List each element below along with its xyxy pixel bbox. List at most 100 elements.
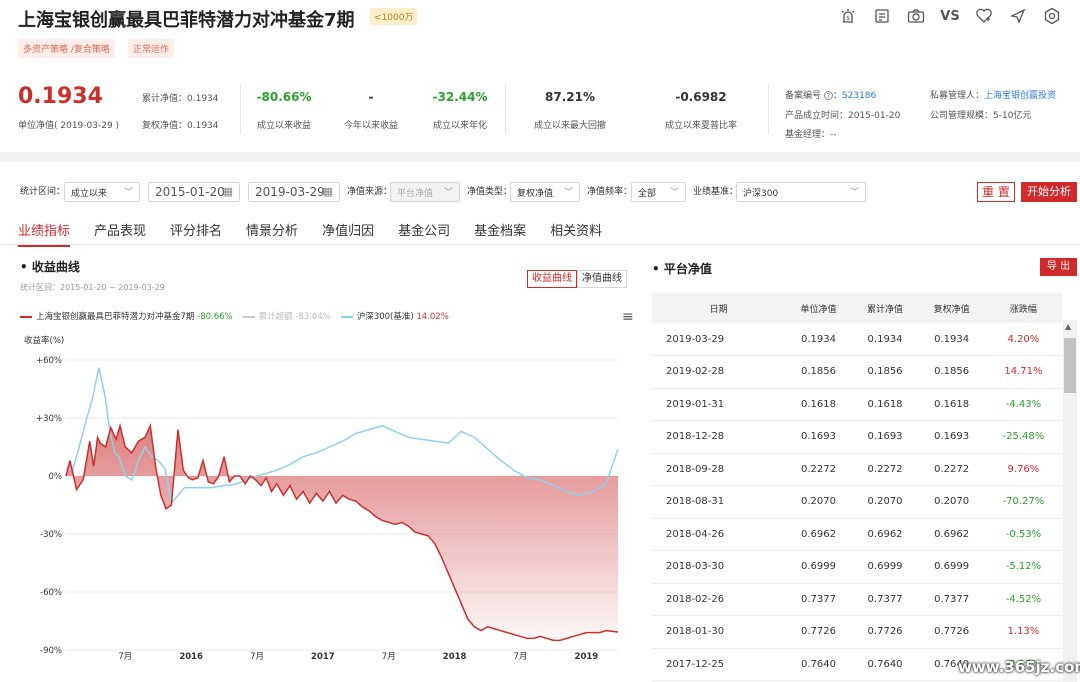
tab-product[interactable]: 产品表现 [94,220,146,247]
camera-icon[interactable] [906,6,926,26]
main-tabs: 业绩指标 产品表现 评分排名 情景分析 净值归因 基金公司 基金档案 相关资料 [18,220,602,247]
table-cell: 0.1934 [785,323,852,356]
table-row: 2018-09-28 0.2272 0.2272 0.2272 9.76% [652,453,1062,486]
tab-ranking[interactable]: 评分排名 [170,220,222,247]
fund-area [66,425,618,641]
type-label: 净值类型： [467,187,513,197]
strategy-tag: 多资产策略 /复合策略 [18,39,115,58]
return-since-inception: -80.66% [256,90,312,104]
bench-select[interactable]: 沪深300 ﹀ [736,182,866,202]
legend-excess[interactable]: 累计超额 -83.04% [242,310,331,322]
table-cell: 2018-01-30 [652,615,786,649]
nav-curve-toggle[interactable]: 净值曲线 [577,270,627,288]
alert-icon[interactable]: $ [838,6,858,26]
y-tick-label: -60% [40,588,62,598]
table-cell: 4.20% [984,323,1062,356]
sharpe-ratio: -0.6982 [675,90,727,104]
document-icon[interactable] [872,6,892,26]
chart-menu-icon[interactable]: ≡ [622,309,634,325]
type-select[interactable]: 复权净值 ﹀ [510,182,580,202]
tab-company[interactable]: 基金公司 [398,220,450,247]
x-tick-label: 2017 [311,652,335,662]
svg-text:$: $ [846,15,850,22]
table-cell: 0.7640 [851,648,919,681]
pm-info: 私募管理人：上海宝银创赢投资 [930,91,1057,101]
tab-archive[interactable]: 基金档案 [474,220,526,247]
tab-performance[interactable]: 业绩指标 [18,220,71,247]
table-cell: 0.2070 [851,485,919,519]
record-link[interactable]: S23186 [842,91,876,101]
table-cell: 0.6999 [918,550,985,584]
table-cell: 2018-08-31 [652,485,786,519]
table-cell: 2018-02-26 [652,583,786,616]
tab-related[interactable]: 相关资料 [550,220,602,247]
table-cell: 2017-12-25 [652,648,786,681]
x-tick-label: 7月 [250,652,264,662]
table-cell: 2018-04-26 [652,518,786,551]
table-row: 2019-01-31 0.1618 0.1618 0.1618 -4.43% [652,388,1062,421]
table-cell: 0.6999 [785,550,852,584]
table-scrollbar[interactable]: ▲ [1063,320,1077,682]
calendar-icon: ▦ [322,185,333,198]
table-cell: 0.1693 [851,420,919,454]
status-tag: 正常运作 [128,39,175,58]
end-date-input[interactable]: 2019-03-29 ▦ [248,182,340,202]
y-tick-label: +30% [36,414,62,424]
favorite-icon[interactable] [974,6,994,26]
table-cell: 0.6999 [851,550,919,584]
scrollbar-thumb[interactable] [1064,338,1076,393]
sharpe-ratio-label: 成立以来夏普比率 [664,121,737,131]
fund-manager: 基金经理：-- [785,130,837,140]
table-row: 2019-02-28 0.1856 0.1856 0.1856 14.71% [652,355,1062,389]
table-cell: 14.71% [984,355,1062,389]
table-row: 2018-03-30 0.6999 0.6999 0.6999 -5.12% [652,550,1062,584]
share-icon[interactable] [1008,6,1028,26]
chevron-down-icon: ﹀ [123,188,133,198]
export-button[interactable]: 导 出 [1040,258,1077,276]
x-tick-label: 2018 [443,652,467,662]
table-cell: 0.1618 [918,388,985,421]
settings-icon[interactable] [1042,6,1062,26]
tab-attribution[interactable]: 净值归因 [322,220,374,247]
table-cell: 0.2070 [918,485,985,519]
curve-title: • 收益曲线 [20,260,80,274]
table-cell: 0.2070 [785,485,852,519]
header-toolbar: $ VS [838,6,1062,26]
start-date-input[interactable]: 2015-01-20 ▦ [148,182,240,202]
ytd-return: - [368,90,374,104]
cum-nav: 累计净值：0.1934 [142,94,219,104]
period-select[interactable]: 成立以来 ﹀ [64,182,140,202]
table-cell: 0.1693 [785,420,852,454]
chevron-down-icon: ﹀ [849,188,859,198]
reset-button[interactable]: 重 置 [977,182,1015,202]
table-cell: -25.48% [984,420,1062,454]
tab-divider [0,244,1080,245]
scroll-up-icon[interactable]: ▲ [1065,322,1071,331]
tab-scenario[interactable]: 情景分析 [246,220,298,247]
start-analysis-button[interactable]: 开始分析 [1021,182,1077,202]
table-cell: 0.7377 [851,583,919,616]
legend-fund[interactable]: 上海宝银创赢最具巴菲特潜力对冲基金7期 -80.66% [20,310,233,322]
table-cell: 0.7377 [785,583,852,616]
chevron-down-icon: ﹀ [443,188,453,198]
size-badge: <1000万 [370,8,418,25]
unit-nav-value: 0.1934 [18,84,103,109]
column-header: 单位净值 [785,293,852,323]
freq-label: 净值频率： [587,187,633,197]
table-row: 2018-02-26 0.7377 0.7377 0.7377 -4.52% [652,583,1062,616]
x-tick-label: 7月 [382,652,396,662]
freq-select[interactable]: 全部 ﹀ [631,182,686,202]
column-header: 涨跌幅 [984,293,1062,323]
table-cell: 0.7726 [918,615,985,649]
curve-range: 统计区间：2015-01-20 ~ 2019-03-29 [20,283,165,292]
legend-benchmark[interactable]: 沪深300(基准) 14.02% [340,310,449,322]
help-icon[interactable]: ? [823,91,833,100]
vs-icon[interactable]: VS [940,6,960,26]
source-select: 平台净值 ﹀ [390,182,460,202]
return-curve-toggle[interactable]: 收益曲线 [527,270,577,288]
ytd-return-label: 今年以来收益 [343,121,398,131]
divider [505,84,506,134]
pm-link[interactable]: 上海宝银创赢投资 [984,91,1056,101]
x-tick-label: 2016 [179,652,203,662]
table-cell: 0.2272 [851,453,919,486]
